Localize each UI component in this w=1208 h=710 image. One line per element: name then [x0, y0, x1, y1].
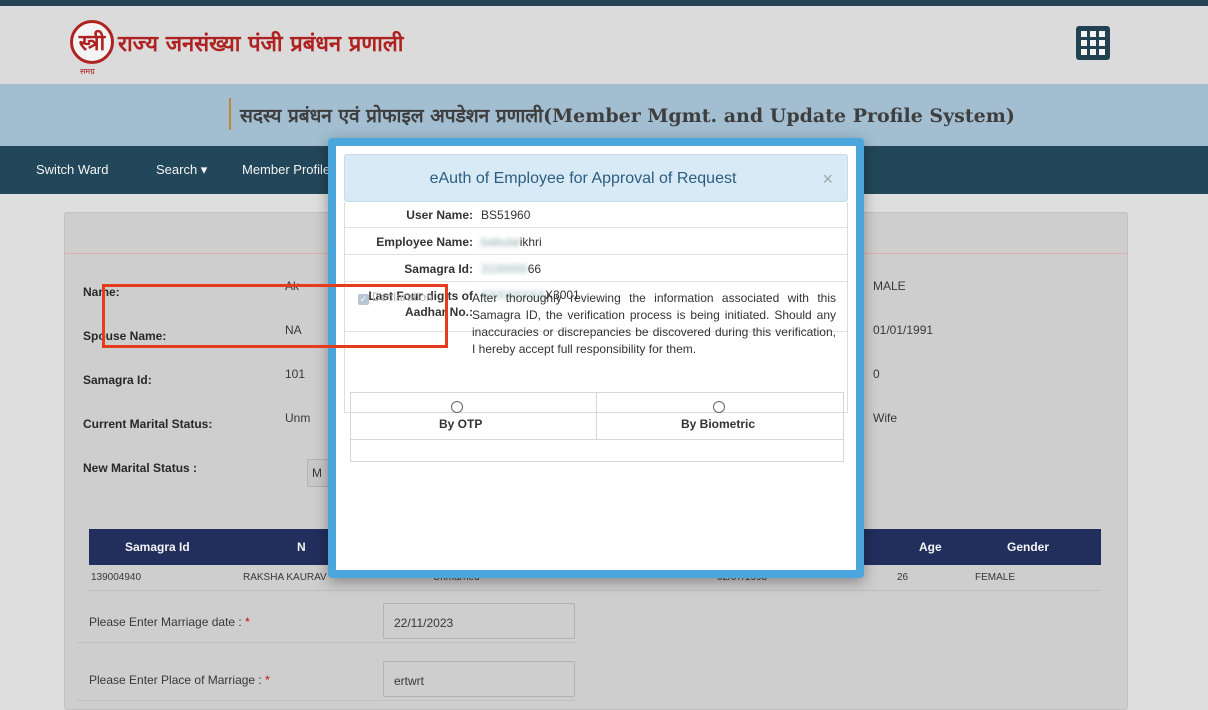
options-divider	[351, 439, 843, 440]
employee-name-label: Employee Name:	[376, 235, 473, 249]
employee-name-row: Employee Name: babulalikhri	[345, 228, 847, 255]
biometric-radio[interactable]	[713, 401, 725, 413]
modal-header: eAuth of Employee for Approval of Reques…	[344, 154, 848, 202]
otp-radio[interactable]	[451, 401, 463, 413]
otp-label: By OTP	[439, 417, 483, 431]
option-by-otp[interactable]: By OTP	[351, 393, 597, 439]
modal-samagra-label: Samagra Id:	[404, 262, 473, 276]
modal-title: eAuth of Employee for Approval of Reques…	[429, 170, 737, 187]
masked-text: babulal	[481, 235, 520, 249]
close-icon[interactable]: ×	[822, 169, 833, 190]
masked-text: 3100000	[481, 262, 528, 276]
biometric-label: By Biometric	[681, 417, 756, 431]
auth-method-options: By OTP By Biometric	[350, 392, 844, 462]
eauth-modal: eAuth of Employee for Approval of Reques…	[328, 138, 864, 578]
modal-samagra-value: 310000066	[481, 262, 542, 276]
declaration-text: After thoroughly reviewing the informati…	[472, 291, 836, 356]
option-by-biometric[interactable]: By Biometric	[597, 393, 845, 439]
user-name-row: User Name: BS51960	[345, 202, 847, 228]
samagra-id-row: Samagra Id: 310000066	[345, 255, 847, 282]
user-name-value: BS51960	[481, 208, 531, 222]
user-name-label: User Name:	[406, 208, 473, 222]
highlight-box	[102, 284, 448, 348]
employee-name-value: babulalikhri	[481, 235, 542, 249]
